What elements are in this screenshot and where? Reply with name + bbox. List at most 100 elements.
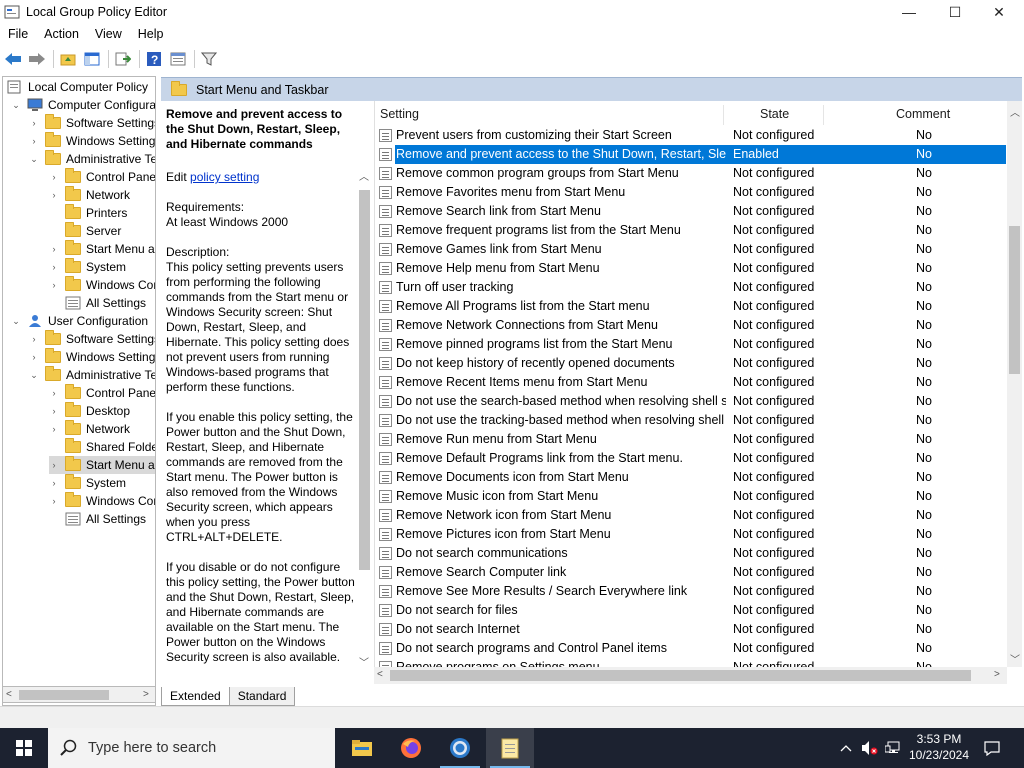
menu-action[interactable]: Action: [36, 27, 87, 41]
list-scroll-thumb[interactable]: [1009, 226, 1020, 374]
filter-button[interactable]: [198, 48, 220, 70]
policy-row[interactable]: Do not use the tracking-based method whe…: [375, 411, 1006, 430]
taskbar-search-box[interactable]: Type here to search: [48, 728, 335, 768]
policy-row[interactable]: Do not search programs and Control Panel…: [375, 639, 1006, 658]
chevron-down-icon[interactable]: ⌄: [11, 316, 21, 327]
column-header-state[interactable]: State: [760, 107, 789, 121]
policy-row[interactable]: Remove Network icon from Start Menu Not c…: [375, 506, 1006, 525]
tree-item[interactable]: Shared Folder: [49, 438, 155, 456]
policy-row[interactable]: Remove All Programs list from the Start …: [375, 297, 1006, 316]
policy-row[interactable]: Remove Music icon from Start Menu Not con…: [375, 487, 1006, 506]
policy-row[interactable]: Do not keep history of recently opened d…: [375, 354, 1006, 373]
chevron-right-icon[interactable]: ›: [49, 424, 59, 434]
description-vertical-scrollbar[interactable]: ︿ ﹀: [357, 160, 372, 672]
help-button[interactable]: ?: [143, 48, 165, 70]
chevron-right-icon[interactable]: ›: [29, 352, 39, 362]
tree-item[interactable]: ⌄ Administrative Te: [29, 366, 155, 384]
description-scroll-thumb[interactable]: [359, 190, 370, 570]
tree-item[interactable]: Printers: [49, 204, 127, 222]
tree-item[interactable]: ⌄ User Configuration: [11, 312, 148, 330]
tree-item[interactable]: Local Computer Policy: [7, 78, 148, 96]
tree-horizontal-scrollbar[interactable]: < >: [2, 686, 156, 703]
maximize-button[interactable]: ☐: [932, 0, 978, 24]
chevron-right-icon[interactable]: ›: [49, 460, 59, 470]
chevron-right-icon[interactable]: ›: [49, 244, 59, 254]
network-button[interactable]: [882, 728, 904, 768]
policy-row[interactable]: Remove Recent Items menu from Start Menu…: [375, 373, 1006, 392]
tree-item[interactable]: › Windows Cor: [49, 492, 155, 510]
tree-item[interactable]: › Software Settings: [29, 114, 155, 132]
policy-row[interactable]: Do not search communications Not configur…: [375, 544, 1006, 563]
chevron-right-icon[interactable]: ›: [49, 406, 59, 416]
menu-file[interactable]: File: [0, 27, 36, 41]
policy-row[interactable]: Remove Search link from Start Menu Not co…: [375, 202, 1006, 221]
close-button[interactable]: ✕: [976, 0, 1022, 24]
tree-item[interactable]: › Desktop: [49, 402, 130, 420]
policy-row[interactable]: Remove Network Connections from Start Me…: [375, 316, 1006, 335]
chevron-right-icon[interactable]: ›: [49, 496, 59, 506]
column-divider[interactable]: [823, 105, 824, 125]
tree-item[interactable]: › Windows Setting: [29, 132, 155, 150]
scroll-left-icon[interactable]: <: [6, 689, 12, 700]
chevron-right-icon[interactable]: ›: [29, 136, 39, 146]
policy-row[interactable]: Do not use the search-based method when …: [375, 392, 1006, 411]
policy-row[interactable]: Remove Search Computer link Not configure…: [375, 563, 1006, 582]
chevron-right-icon[interactable]: ›: [49, 280, 59, 290]
tree-item[interactable]: › Network: [49, 420, 130, 438]
show-hide-tree-button[interactable]: [81, 48, 103, 70]
policy-row[interactable]: Remove Default Programs link from the St…: [375, 449, 1006, 468]
policy-row[interactable]: Remove See More Results / Search Everywh…: [375, 582, 1006, 601]
tree-item[interactable]: ⌄ Administrative Te: [29, 150, 155, 168]
chevron-right-icon[interactable]: ›: [29, 334, 39, 344]
taskbar-app-chrome[interactable]: [436, 728, 484, 768]
clock[interactable]: 3:53 PM 10/23/2024: [904, 731, 974, 763]
policy-row[interactable]: Remove common program groups from Start …: [375, 164, 1006, 183]
tree-item[interactable]: › Start Menu ar: [49, 456, 155, 474]
chevron-right-icon[interactable]: ›: [49, 262, 59, 272]
policy-row[interactable]: Do not search Internet Not configured No: [375, 620, 1006, 639]
column-divider[interactable]: [723, 105, 724, 125]
policy-row[interactable]: Turn off user tracking Not configured No: [375, 278, 1006, 297]
minimize-button[interactable]: —: [886, 0, 932, 24]
taskbar-app-file-explorer[interactable]: [338, 728, 386, 768]
tree-item[interactable]: › Software Settings: [29, 330, 155, 348]
chevron-right-icon[interactable]: ›: [49, 190, 59, 200]
list-hscroll-thumb[interactable]: [390, 670, 971, 681]
scroll-right-icon[interactable]: >: [143, 689, 149, 700]
volume-button[interactable]: [858, 728, 880, 768]
policy-row[interactable]: Remove and prevent access to the Shut Do…: [375, 145, 1006, 164]
tree-item[interactable]: All Settings: [49, 510, 146, 528]
tree-item[interactable]: › Start Menu ar: [49, 240, 155, 258]
tree-item[interactable]: › Control Panel: [49, 168, 155, 186]
tree-item[interactable]: › Windows Cor: [49, 276, 155, 294]
policy-row[interactable]: Remove Documents icon from Start Menu Not…: [375, 468, 1006, 487]
tree-scroll-thumb[interactable]: [19, 690, 109, 700]
scroll-down-icon[interactable]: ﹀: [359, 654, 369, 669]
forward-button[interactable]: [26, 48, 48, 70]
chevron-down-icon[interactable]: ⌄: [29, 154, 39, 165]
policy-row[interactable]: Remove Run menu from Start Menu Not confi…: [375, 430, 1006, 449]
policy-row[interactable]: Remove Help menu from Start Menu Not conf…: [375, 259, 1006, 278]
policy-row[interactable]: Remove pinned programs list from the Sta…: [375, 335, 1006, 354]
up-level-button[interactable]: [57, 48, 79, 70]
policy-row[interactable]: Do not search for files Not configured No: [375, 601, 1006, 620]
list-horizontal-scrollbar[interactable]: < >: [374, 667, 1007, 684]
menu-view[interactable]: View: [87, 27, 130, 41]
export-list-button[interactable]: [112, 48, 134, 70]
tree-item[interactable]: › Control Panel: [49, 384, 155, 402]
taskbar-app-firefox[interactable]: [387, 728, 435, 768]
chevron-right-icon[interactable]: ›: [49, 172, 59, 182]
properties-button[interactable]: [167, 48, 189, 70]
chevron-down-icon[interactable]: ⌄: [29, 370, 39, 381]
tree-item[interactable]: › System: [49, 258, 126, 276]
tree-item[interactable]: ⌄ Computer Configura: [11, 96, 155, 114]
back-button[interactable]: [2, 48, 24, 70]
policy-row[interactable]: Remove frequent programs list from the S…: [375, 221, 1006, 240]
tree-item[interactable]: › Windows Setting: [29, 348, 155, 366]
column-header-setting[interactable]: Setting: [380, 107, 419, 121]
scroll-left-icon[interactable]: <: [377, 669, 383, 680]
policy-row[interactable]: Prevent users from customizing their Sta…: [375, 126, 1006, 145]
start-button[interactable]: [0, 728, 48, 768]
scroll-up-icon[interactable]: ︿: [359, 168, 369, 183]
list-vertical-scrollbar[interactable]: ︿ ﹀: [1007, 101, 1022, 667]
